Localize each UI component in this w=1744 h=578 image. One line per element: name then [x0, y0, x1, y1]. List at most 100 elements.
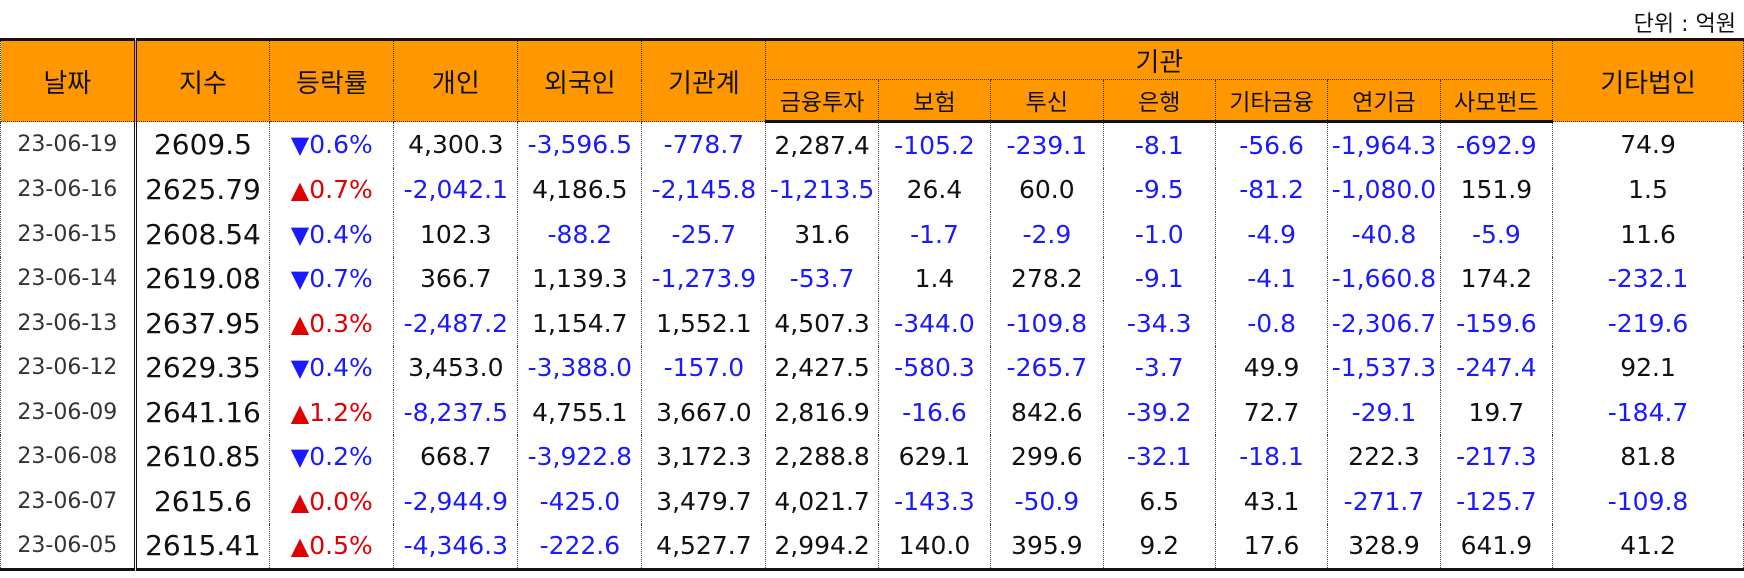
- table-row: 23-06-12 2629.35 ▼0.4% 3,453.0 -3,388.0 -157.…: [0, 345, 1744, 390]
- table-row: 23-06-14 2619.08 ▼0.7% 366.7 1,139.3 -1,273.9…: [0, 256, 1744, 301]
- cell-index: 2609.5: [133, 121, 271, 168]
- cell-insurance: -16.6: [877, 390, 992, 435]
- triangle-up-icon: ▲: [290, 487, 310, 516]
- header-change: 등락률: [269, 38, 395, 122]
- table-row: 23-06-09 2641.16 ▲1.2% -8,237.5 4,755.1 3,667…: [0, 390, 1744, 435]
- cell-private-fund: -125.7: [1439, 479, 1554, 524]
- cell-other-finance: 17.6: [1214, 523, 1329, 571]
- cell-investment-trust: -109.8: [990, 301, 1104, 346]
- cell-bank: -9.5: [1102, 167, 1216, 212]
- cell-insurance: 140.0: [877, 523, 992, 571]
- cell-index: 2615.6: [133, 479, 271, 524]
- cell-pension: -1,080.0: [1327, 167, 1441, 212]
- cell-other-finance: -81.2: [1214, 167, 1329, 212]
- header-inst-total: 기관계: [641, 38, 767, 122]
- cell-date: 23-06-15: [0, 212, 137, 257]
- cell-investment-trust: -2.9: [990, 212, 1104, 257]
- cell-pension: -1,660.8: [1327, 256, 1441, 301]
- header-sub-investment-trust: 투신: [990, 79, 1104, 123]
- cell-bank: -9.1: [1102, 256, 1216, 301]
- cell-individual: -2,944.9: [393, 479, 519, 524]
- cell-financial-investment: 2,288.8: [765, 434, 879, 479]
- unit-label: 단위 : 억원: [1633, 12, 1736, 37]
- triangle-up-icon: ▲: [290, 176, 310, 205]
- triangle-up-icon: ▲: [290, 309, 310, 338]
- cell-private-fund: 174.2: [1439, 256, 1554, 301]
- cell-pension: 222.3: [1327, 434, 1441, 479]
- cell-investment-trust: 278.2: [990, 256, 1104, 301]
- cell-other-finance: -56.6: [1214, 121, 1329, 168]
- cell-other-finance: 43.1: [1214, 479, 1329, 524]
- cell-inst-total: -1,273.9: [641, 256, 767, 301]
- cell-change: ▲1.2%: [269, 390, 395, 435]
- cell-financial-investment: 2,994.2: [765, 523, 879, 571]
- cell-pension: -2,306.7: [1327, 301, 1441, 346]
- change-value: 0.6%: [309, 130, 373, 160]
- cell-individual: -2,487.2: [393, 301, 519, 346]
- cell-bank: 9.2: [1102, 523, 1216, 571]
- cell-bank: -3.7: [1102, 345, 1216, 390]
- table-body: 23-06-19 2609.5 ▼0.6% 4,300.3 -3,596.5 -778.7…: [0, 121, 1744, 571]
- cell-index: 2610.85: [133, 434, 271, 479]
- triangle-up-icon: ▲: [290, 398, 310, 427]
- cell-bank: -34.3: [1102, 301, 1216, 346]
- table-row: 23-06-05 2615.41 ▲0.5% -4,346.3 -222.6 4,527.…: [0, 523, 1744, 571]
- change-value: 0.2%: [309, 442, 373, 472]
- cell-inst-total: 3,667.0: [641, 390, 767, 435]
- change-value: 0.3%: [309, 308, 373, 338]
- triangle-down-icon: ▼: [290, 265, 310, 294]
- cell-foreign: -222.6: [517, 523, 643, 571]
- triangle-down-icon: ▼: [290, 220, 310, 249]
- cell-insurance: -105.2: [877, 121, 992, 168]
- cell-date: 23-06-09: [0, 390, 137, 435]
- cell-inst-total: -778.7: [641, 121, 767, 168]
- cell-investment-trust: 60.0: [990, 167, 1104, 212]
- cell-index: 2608.54: [133, 212, 271, 257]
- cell-other-corp: 81.8: [1552, 434, 1744, 479]
- cell-index: 2641.16: [133, 390, 271, 435]
- cell-index: 2629.35: [133, 345, 271, 390]
- investor-trading-table: 날짜 지수 등락률 개인 외국인 기관계 기관 기타법인 금융투자 보험 투신 …: [0, 38, 1744, 571]
- cell-date: 23-06-05: [0, 523, 137, 571]
- cell-pension: -1,964.3: [1327, 121, 1441, 168]
- cell-investment-trust: 842.6: [990, 390, 1104, 435]
- header-sub-other-finance: 기타금융: [1214, 79, 1329, 123]
- header-other-corp: 기타법인: [1552, 38, 1744, 122]
- cell-pension: -1,537.3: [1327, 345, 1441, 390]
- cell-individual: 668.7: [393, 434, 519, 479]
- cell-investment-trust: -239.1: [990, 121, 1104, 168]
- cell-index: 2615.41: [133, 523, 271, 571]
- table-row: 23-06-08 2610.85 ▼0.2% 668.7 -3,922.8 3,172.3…: [0, 434, 1744, 479]
- table-row: 23-06-13 2637.95 ▲0.3% -2,487.2 1,154.7 1,552…: [0, 301, 1744, 346]
- change-value: 0.0%: [309, 486, 373, 516]
- cell-foreign: 4,755.1: [517, 390, 643, 435]
- change-value: 0.4%: [309, 353, 373, 383]
- cell-individual: -2,042.1: [393, 167, 519, 212]
- cell-individual: 3,453.0: [393, 345, 519, 390]
- cell-financial-investment: -53.7: [765, 256, 879, 301]
- header-institution: 기관: [765, 38, 1554, 80]
- header-foreign: 외국인: [517, 38, 643, 122]
- header-index: 지수: [133, 38, 271, 122]
- header-sub-private-fund: 사모펀드: [1439, 79, 1554, 123]
- cell-other-corp: 92.1: [1552, 345, 1744, 390]
- cell-inst-total: 4,527.7: [641, 523, 767, 571]
- cell-financial-investment: 4,021.7: [765, 479, 879, 524]
- cell-insurance: -344.0: [877, 301, 992, 346]
- cell-individual: 102.3: [393, 212, 519, 257]
- cell-change: ▲0.7%: [269, 167, 395, 212]
- header-sub-pension: 연기금: [1327, 79, 1441, 123]
- cell-insurance: 26.4: [877, 167, 992, 212]
- cell-other-finance: 72.7: [1214, 390, 1329, 435]
- header-individual: 개인: [393, 38, 519, 122]
- cell-bank: -1.0: [1102, 212, 1216, 257]
- cell-date: 23-06-07: [0, 479, 137, 524]
- cell-insurance: -143.3: [877, 479, 992, 524]
- cell-foreign: -3,388.0: [517, 345, 643, 390]
- cell-foreign: 4,186.5: [517, 167, 643, 212]
- cell-insurance: 1.4: [877, 256, 992, 301]
- header-sub-financial-investment: 금융투자: [765, 79, 879, 123]
- triangle-down-icon: ▼: [290, 354, 310, 383]
- cell-financial-investment: 4,507.3: [765, 301, 879, 346]
- cell-inst-total: -157.0: [641, 345, 767, 390]
